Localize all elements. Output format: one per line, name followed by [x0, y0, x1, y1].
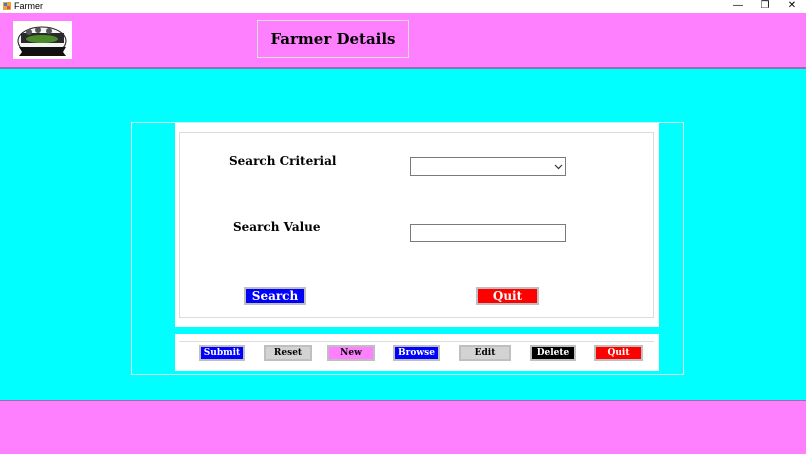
- close-icon[interactable]: ✕: [779, 0, 805, 13]
- app-icon: [3, 2, 11, 10]
- page-title: Farmer Details: [257, 20, 409, 58]
- search-criteria-dropdown[interactable]: [410, 157, 566, 176]
- reset-button[interactable]: Reset: [264, 345, 312, 361]
- quit-search-button[interactable]: Quit: [476, 287, 539, 305]
- farm-logo: [13, 21, 72, 59]
- browse-button[interactable]: Browse: [393, 345, 440, 361]
- search-button[interactable]: Search: [244, 287, 306, 305]
- restore-icon[interactable]: ❐: [752, 0, 778, 13]
- chevron-down-icon: [554, 164, 563, 170]
- search-value-label: Search Value: [233, 220, 321, 234]
- new-button[interactable]: New: [327, 345, 375, 361]
- header-bar: Farmer Details: [0, 13, 806, 69]
- search-criteria-label: Search Criterial: [229, 154, 337, 168]
- delete-button[interactable]: Delete: [530, 345, 576, 361]
- minimize-icon[interactable]: —: [725, 0, 751, 13]
- edit-button[interactable]: Edit: [459, 345, 511, 361]
- search-value-input[interactable]: [410, 224, 566, 242]
- farm-logo-image: [17, 26, 67, 56]
- submit-button[interactable]: Submit: [199, 345, 245, 361]
- window-titlebar: Farmer — ❐ ✕: [0, 0, 806, 13]
- quit-button[interactable]: Quit: [594, 345, 643, 361]
- footer-bar: [0, 400, 806, 454]
- window-title: Farmer: [14, 1, 43, 11]
